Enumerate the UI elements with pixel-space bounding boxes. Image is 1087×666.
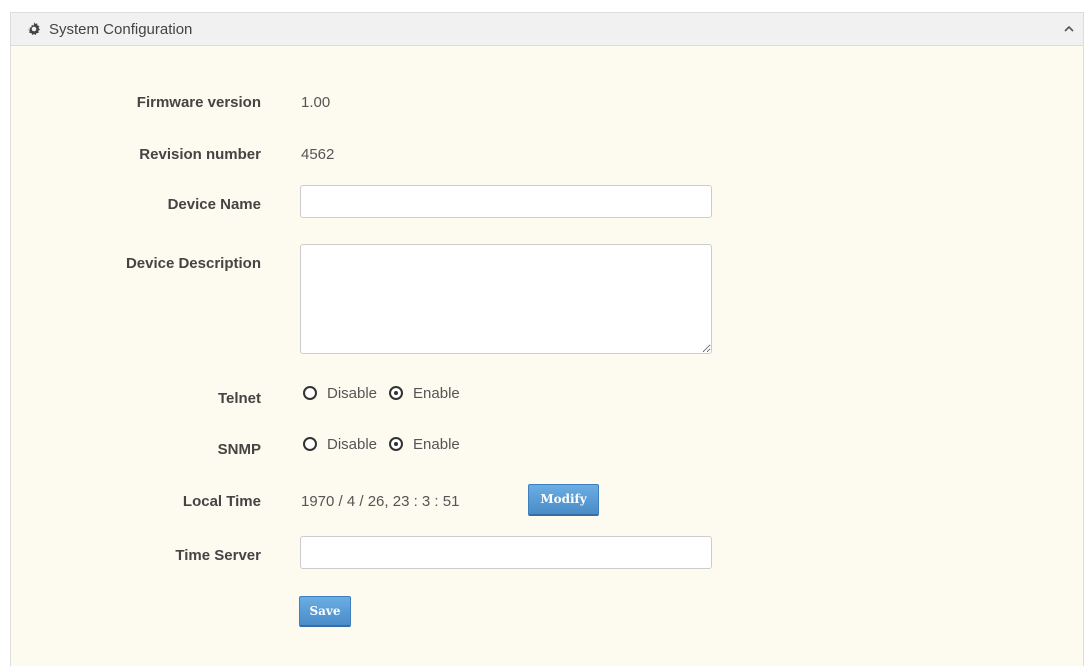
- system-configuration-panel: System Configuration Firmware version 1.…: [10, 12, 1084, 666]
- snmp-disable-label[interactable]: Disable: [327, 436, 377, 453]
- snmp-disable-radio[interactable]: [303, 437, 317, 451]
- local-time-label: Local Time: [182, 493, 261, 510]
- revision-number-value: 4562: [301, 146, 335, 163]
- telnet-disable-label[interactable]: Disable: [327, 385, 377, 402]
- revision-number-label: Revision number: [139, 146, 261, 163]
- firmware-version-value: 1.00: [301, 94, 331, 111]
- telnet-label: Telnet: [217, 390, 261, 407]
- save-button[interactable]: Save: [299, 596, 351, 627]
- telnet-disable-radio[interactable]: [303, 386, 317, 400]
- device-name-input[interactable]: [300, 185, 712, 218]
- firmware-version-label: Firmware version: [136, 94, 261, 111]
- gear-icon: [27, 22, 41, 36]
- time-server-label: Time Server: [175, 547, 261, 564]
- telnet-radio-group: Disable Enable: [303, 383, 472, 403]
- modify-button[interactable]: Modify: [528, 484, 599, 516]
- snmp-label: SNMP: [217, 441, 261, 458]
- snmp-enable-label[interactable]: Enable: [413, 436, 460, 453]
- panel-title: System Configuration: [49, 21, 193, 38]
- device-description-label: Device Description: [125, 255, 261, 272]
- chevron-up-icon[interactable]: [1063, 23, 1075, 35]
- device-name-label: Device Name: [167, 196, 261, 213]
- panel-header[interactable]: System Configuration: [11, 13, 1083, 46]
- local-time-value: 1970 / 4 / 26, 23 : 3 : 51: [301, 493, 460, 510]
- snmp-enable-radio[interactable]: [389, 437, 404, 451]
- time-server-input[interactable]: [300, 536, 712, 569]
- telnet-enable-label[interactable]: Enable: [413, 385, 460, 402]
- snmp-radio-group: Disable Enable: [303, 434, 472, 454]
- device-description-textarea[interactable]: [300, 244, 712, 354]
- telnet-enable-radio[interactable]: [389, 386, 404, 400]
